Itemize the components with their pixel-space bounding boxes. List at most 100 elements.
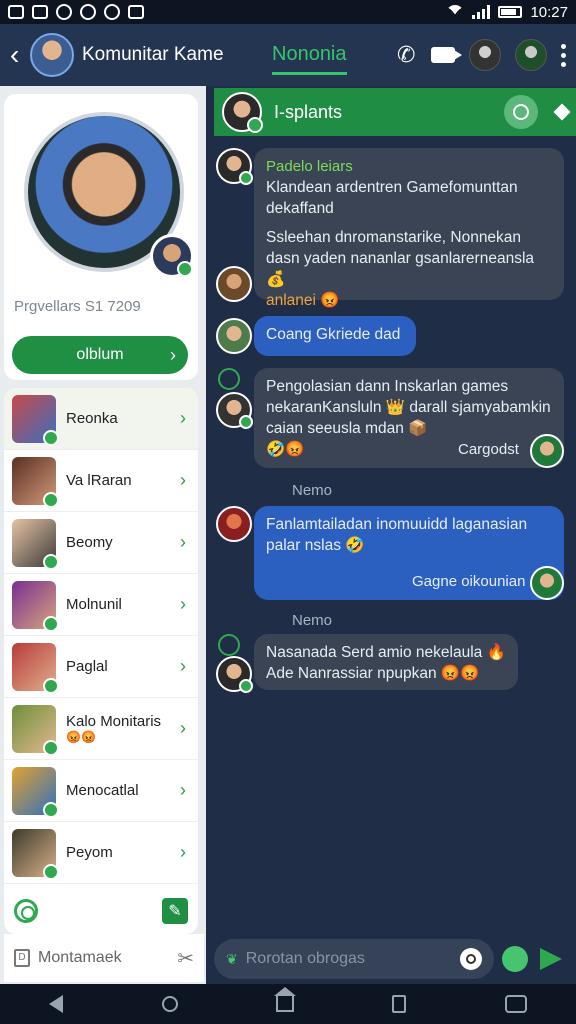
contact-avatar — [12, 394, 59, 446]
message-bubble[interactable]: Padelo leiars Klandean ardentren Gamefom… — [254, 148, 564, 309]
globe-icon[interactable] — [504, 95, 538, 129]
contact-item[interactable]: Beomy › — [4, 512, 198, 574]
message-highlight: anlanei 😡 — [266, 292, 340, 309]
contact-emoji: 😡😡 — [66, 730, 96, 744]
contact-avatar — [12, 456, 59, 508]
video-call-icon[interactable] — [431, 47, 462, 63]
left-panel: Prgvellars S1 7209 olblum › Reonka › Va … — [0, 86, 206, 986]
wifi-icon — [446, 5, 464, 19]
app-header: ‹ Komunitar Kame Nononia — [0, 24, 576, 86]
tools-icon[interactable]: ✂ — [177, 946, 194, 971]
chat-avatar[interactable] — [222, 92, 263, 133]
message-avatar[interactable] — [216, 266, 252, 302]
contact-avatar — [12, 642, 59, 694]
day-label: Nemo — [292, 482, 333, 499]
message-icon — [8, 5, 24, 19]
nav-back-icon[interactable] — [49, 995, 64, 1013]
back-icon[interactable]: ‹ — [10, 39, 26, 71]
contact-avatar — [12, 828, 59, 880]
signature-avatar[interactable] — [530, 566, 564, 600]
nav-assistant-icon[interactable] — [504, 995, 527, 1013]
message-text: Fanlamtailadan inomuuidd laganasian pala… — [266, 516, 528, 554]
contact-avatar — [12, 766, 59, 818]
contact-avatar — [12, 580, 59, 632]
contact-avatar — [12, 518, 59, 570]
chevron-right-icon: › — [180, 470, 186, 490]
message-sender: Padelo leiars — [266, 158, 353, 175]
contact-item[interactable]: Menocatlal › — [4, 760, 198, 822]
message-signature: Cargodst — [458, 441, 519, 458]
participant-avatar[interactable] — [469, 39, 501, 71]
leaf-icon[interactable]: ❦ — [226, 951, 238, 968]
contact-name: Peyom — [66, 844, 113, 861]
profile-badge-avatar — [150, 234, 194, 278]
nav-search-icon[interactable] — [161, 996, 178, 1012]
contact-item[interactable]: Molnunil › — [4, 574, 198, 636]
emoji-icon[interactable] — [460, 948, 482, 970]
profile-action-label: olblum — [76, 346, 124, 363]
message-input-bar: ❦ — [206, 934, 576, 984]
contact-item[interactable]: Kalo Monitaris 😡😡 › — [4, 698, 198, 760]
status-bar: 10:27 — [0, 0, 576, 24]
message-text: Pengolasian dann Inskarlan games nekaran… — [266, 378, 551, 437]
contact-list-footer: ✎ — [4, 888, 198, 934]
status-ring-icon[interactable] — [14, 899, 38, 923]
header-title: Komunitar Kame — [82, 44, 224, 65]
contact-name: Paglal — [66, 658, 108, 675]
contact-list: Reonka › Va lRaran › Beomy › Molnunil › … — [4, 388, 198, 934]
nav-recent-icon[interactable] — [392, 995, 407, 1013]
chat-panel: I-splants Padelo leiars Klandean ardentr… — [206, 86, 576, 934]
left-bottom-label: Montamaek — [38, 949, 122, 966]
chevron-right-icon: › — [180, 408, 186, 428]
message-input[interactable] — [245, 950, 446, 968]
chevron-right-icon: › — [170, 344, 176, 365]
contact-item[interactable]: Peyom › — [4, 822, 198, 884]
contact-item[interactable]: Reonka › — [4, 388, 198, 450]
profile-action-button[interactable]: olblum › — [12, 336, 188, 374]
day-label: Nemo — [292, 612, 333, 629]
cloud-icon[interactable] — [502, 946, 528, 972]
left-bottom-bar: D Montamaek ✂ — [4, 934, 204, 982]
header-avatar[interactable] — [30, 33, 74, 77]
diamond-icon[interactable] — [553, 103, 571, 121]
chevron-right-icon: › — [180, 842, 186, 862]
message-bubble[interactable]: Nasanada Serd amio nekelaula 🔥 Ade Nanra… — [254, 634, 518, 690]
chat-name: I-splants — [274, 101, 343, 122]
chat-header: I-splants — [214, 88, 576, 136]
message-text: Klandean ardentren Gamefomunttan dekaffa… — [266, 179, 518, 217]
contact-name: Molnunil — [66, 596, 122, 613]
status-ring-icon — [218, 634, 240, 656]
compose-icon[interactable]: ✎ — [162, 898, 188, 924]
signature-avatar[interactable] — [530, 434, 564, 468]
chevron-right-icon: › — [180, 594, 186, 614]
nav-home-icon[interactable] — [273, 987, 296, 1012]
message-avatar[interactable] — [216, 392, 253, 429]
phone-icon[interactable] — [397, 45, 417, 65]
contact-name: Reonka — [66, 410, 118, 427]
tab-active[interactable]: Nononia — [272, 43, 347, 75]
message-text: Nasanada Serd amio nekelaula 🔥 Ade Nanra… — [266, 644, 506, 682]
status-time: 10:27 — [530, 3, 568, 21]
more-options-icon[interactable] — [561, 43, 566, 67]
chevron-right-icon: › — [180, 718, 186, 738]
message-avatar[interactable] — [216, 656, 253, 693]
sync-icon — [80, 4, 96, 20]
contact-item[interactable]: Paglal › — [4, 636, 198, 698]
message-avatar[interactable] — [216, 148, 253, 185]
contact-name: Kalo Monitaris — [66, 713, 162, 730]
contact-name: Menocatlal — [66, 782, 139, 799]
message-avatar[interactable] — [216, 506, 252, 542]
participant-avatar[interactable] — [515, 39, 547, 71]
send-icon[interactable] — [540, 948, 562, 970]
notification-icon — [32, 5, 48, 19]
contact-name: Beomy — [66, 534, 113, 551]
battery-icon — [498, 6, 523, 18]
message-text: Coang Gkriede dad — [266, 326, 401, 343]
message-avatar[interactable] — [216, 318, 252, 354]
profile-card: Prgvellars S1 7209 olblum › — [4, 94, 198, 380]
message-bubble[interactable]: Coang Gkriede dad — [254, 316, 416, 356]
system-nav-bar — [0, 984, 576, 1024]
contact-item[interactable]: Va lRaran › — [4, 450, 198, 512]
document-icon[interactable]: D — [14, 949, 30, 967]
message-input-container: ❦ — [214, 939, 494, 979]
